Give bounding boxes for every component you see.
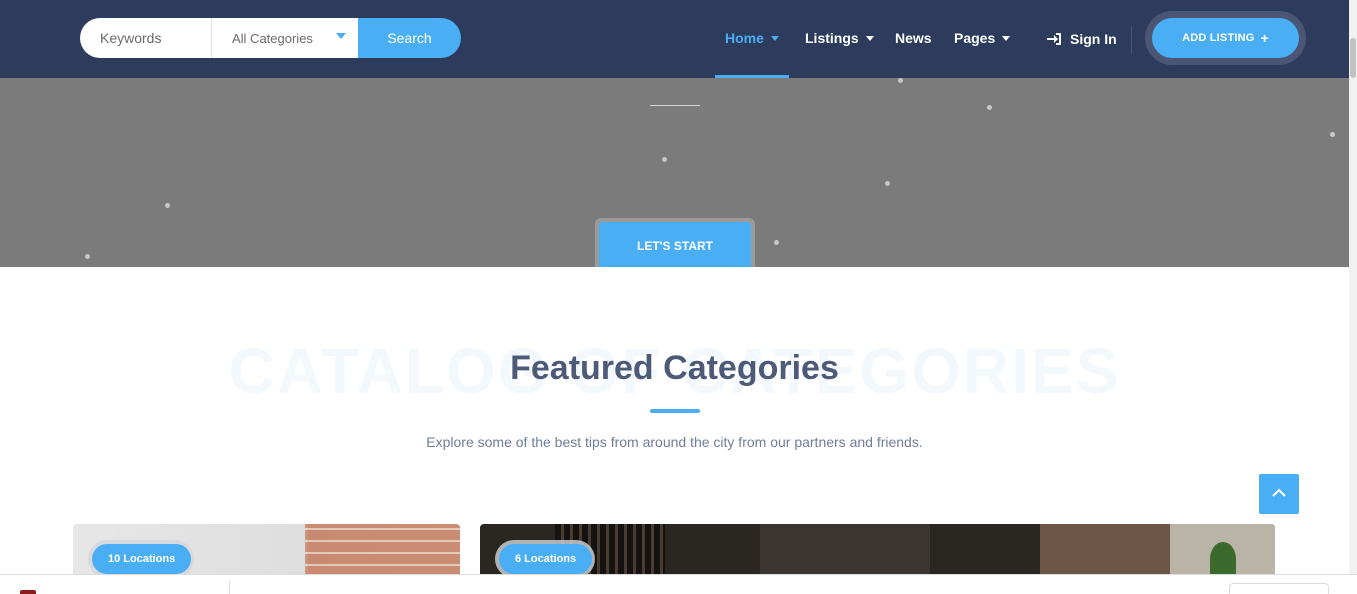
nav-item-listings[interactable]: Listings xyxy=(805,30,874,46)
chevron-down-icon xyxy=(336,33,346,39)
category-select-value: All Categories xyxy=(232,30,313,46)
search-button[interactable]: Search xyxy=(358,18,461,58)
download-bar-divider xyxy=(229,581,230,594)
nav-item-label: Home xyxy=(725,30,764,46)
caret-down-icon xyxy=(865,35,874,41)
category-card-image xyxy=(760,524,930,576)
category-select[interactable]: All Categories xyxy=(211,18,358,58)
add-listing-ring: ADD LISTING + xyxy=(1145,11,1306,65)
lets-start-ring: LET'S START xyxy=(595,218,755,267)
add-listing-button[interactable]: ADD LISTING + xyxy=(1152,18,1299,58)
particle-dot xyxy=(774,240,779,245)
nav-item-pages[interactable]: Pages xyxy=(954,30,1011,46)
plus-icon: + xyxy=(1260,30,1269,46)
hero-banner: LET'S START xyxy=(0,78,1349,267)
category-card[interactable]: 10 Locations xyxy=(73,524,460,576)
scroll-to-top-button[interactable] xyxy=(1259,474,1299,514)
site-header: All Categories Search Home Listings News… xyxy=(0,0,1349,78)
caret-down-icon xyxy=(1002,35,1011,41)
section-title: Featured Categories xyxy=(510,349,839,387)
lets-start-button[interactable]: LET'S START xyxy=(599,222,751,267)
caret-down-icon xyxy=(770,35,779,41)
header-search: All Categories Search xyxy=(80,18,461,58)
locations-badge-ring: 6 Locations xyxy=(495,540,595,576)
archive-file-icon xyxy=(20,590,36,594)
particle-dot xyxy=(898,78,903,83)
nav-item-label: News xyxy=(895,30,932,46)
download-bar xyxy=(0,574,1357,594)
page-scrollbar[interactable] xyxy=(1349,0,1357,574)
scrollbar-thumb[interactable] xyxy=(1350,38,1356,78)
category-card[interactable]: 6 Locations xyxy=(480,524,1275,576)
sign-in-label: Sign In xyxy=(1070,31,1117,47)
locations-badge-ring: 10 Locations xyxy=(88,540,194,576)
nav-item-label: Listings xyxy=(805,30,859,46)
particle-dot xyxy=(85,254,90,259)
hero-divider xyxy=(650,105,700,106)
keywords-input[interactable] xyxy=(80,18,211,58)
plant-image xyxy=(1210,542,1236,576)
section-subtitle: Explore some of the best tips from aroun… xyxy=(426,434,923,450)
particle-dot xyxy=(885,181,890,186)
lets-start-label: LET'S START xyxy=(637,239,713,253)
locations-badge: 10 Locations xyxy=(92,544,192,574)
particle-dot xyxy=(987,105,992,110)
locations-badge: 6 Locations xyxy=(499,544,593,574)
particle-dot xyxy=(165,203,170,208)
section-title-underline xyxy=(650,409,700,413)
add-listing-label: ADD LISTING xyxy=(1182,32,1255,44)
search-button-label: Search xyxy=(387,30,432,46)
nav-divider xyxy=(1131,26,1132,54)
nav-item-news[interactable]: News xyxy=(895,30,932,46)
particle-dot xyxy=(662,157,667,162)
category-card-image xyxy=(305,524,460,576)
show-all-button[interactable] xyxy=(1229,583,1329,594)
nav-item-label: Pages xyxy=(954,30,996,46)
category-card-image xyxy=(1040,524,1190,576)
sign-in-icon xyxy=(1047,33,1061,45)
sign-in-link[interactable]: Sign In xyxy=(1047,31,1117,47)
nav-item-home[interactable]: Home xyxy=(725,30,779,46)
chevron-up-icon xyxy=(1272,488,1286,497)
particle-dot xyxy=(1330,132,1335,137)
page: All Categories Search Home Listings News… xyxy=(0,0,1357,594)
